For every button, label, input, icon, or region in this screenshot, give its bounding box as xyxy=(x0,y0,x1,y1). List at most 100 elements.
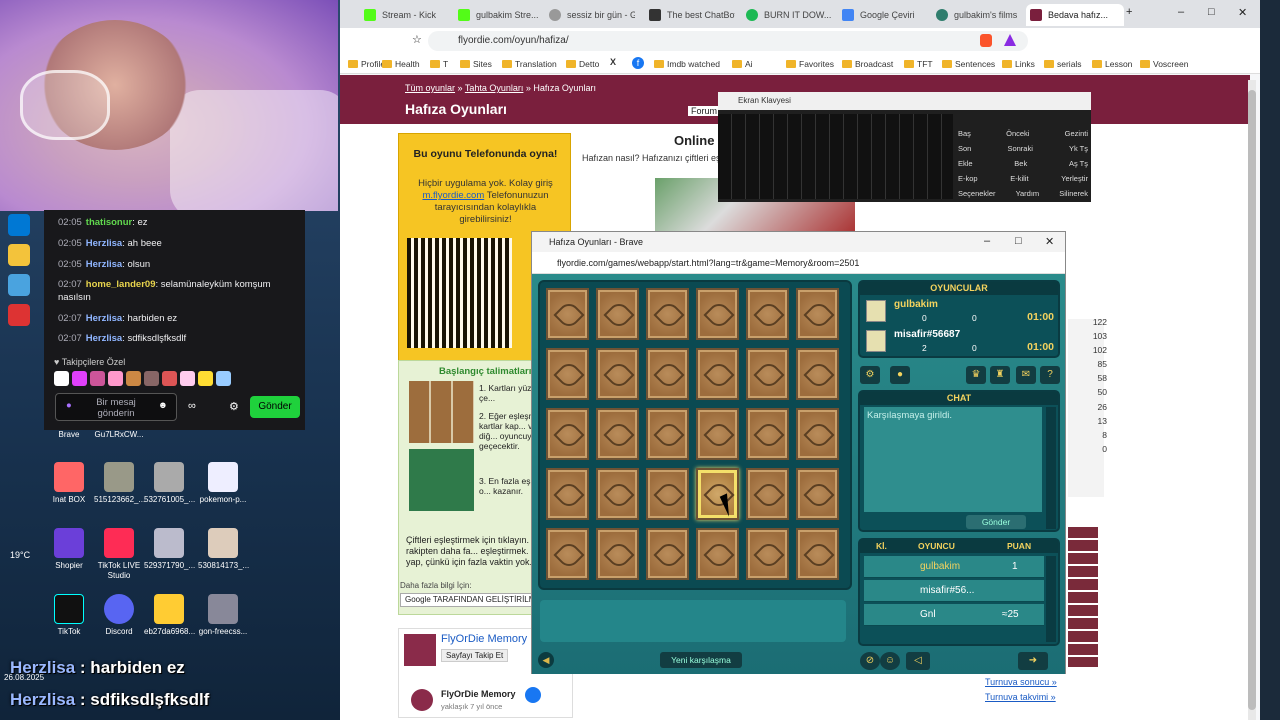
bookmark[interactable]: Profile xyxy=(348,57,385,71)
bookmark[interactable]: Ai xyxy=(732,57,753,71)
desktop-icon-image[interactable]: 530814173_... xyxy=(198,528,249,571)
memory-card[interactable] xyxy=(746,408,789,460)
memory-card[interactable] xyxy=(796,468,839,520)
keyboard-keys[interactable] xyxy=(718,114,953,199)
memory-card[interactable] xyxy=(696,348,739,400)
tab[interactable]: Stream - Kick xyxy=(360,4,450,26)
emote-icon[interactable] xyxy=(198,371,213,386)
bookmark[interactable]: Voscreen xyxy=(1140,57,1188,71)
facebook-icon[interactable] xyxy=(525,687,541,703)
chat-send-button[interactable]: Gönder xyxy=(250,396,300,418)
desktop-icon-image[interactable]: 529371790_... xyxy=(144,528,195,571)
desktop-icon-discord[interactable]: Discord xyxy=(94,594,144,637)
emote-icon[interactable] xyxy=(180,371,195,386)
memory-card[interactable] xyxy=(646,408,689,460)
bookmark[interactable]: Favorites xyxy=(786,57,834,71)
memory-card[interactable] xyxy=(746,288,789,340)
memory-card[interactable] xyxy=(546,288,589,340)
bookmark[interactable]: Broadcast xyxy=(842,57,893,71)
memory-card[interactable] xyxy=(696,288,739,340)
sound-icon[interactable]: ◀ xyxy=(538,652,554,668)
desktop-icon-tiktok-live[interactable]: TikTok LIVE Studio xyxy=(94,528,144,581)
brave-shield-icon[interactable] xyxy=(980,34,992,47)
memory-card[interactable] xyxy=(646,468,689,520)
bookmark[interactable]: Sites xyxy=(460,57,492,71)
game-url-bar[interactable]: flyordie.com/games/webapp/start.html?lan… xyxy=(532,252,1065,274)
x-icon[interactable]: X xyxy=(610,57,616,67)
memory-card[interactable] xyxy=(796,288,839,340)
bookmark[interactable]: Health xyxy=(382,57,420,71)
emoji-icon[interactable]: ☻ xyxy=(158,400,168,411)
game-chat-send-button[interactable]: Gönder xyxy=(966,515,1026,529)
gear-icon[interactable]: ⚙ xyxy=(860,366,880,384)
new-tab-button[interactable]: + xyxy=(1126,6,1132,18)
emote-icon[interactable] xyxy=(126,371,141,386)
emote-icon[interactable] xyxy=(54,371,69,386)
memory-card[interactable] xyxy=(546,468,589,520)
brave-rewards-icon[interactable] xyxy=(1004,34,1016,46)
emote-icon[interactable] xyxy=(216,371,231,386)
help-icon[interactable]: ? xyxy=(1040,366,1060,384)
emote-icon[interactable] xyxy=(72,371,87,386)
facebook-icon[interactable]: f xyxy=(632,57,644,69)
tab[interactable]: sessiz bir gün - G... xyxy=(545,4,635,26)
chat-bubble-icon[interactable]: ✉ xyxy=(1016,366,1036,384)
bookmark[interactable]: TFT xyxy=(904,57,933,71)
crown-icon[interactable]: ♛ xyxy=(966,366,986,384)
desktop-icon-image[interactable]: gon-freecss... xyxy=(198,594,248,637)
outlook-icon[interactable] xyxy=(8,214,30,236)
memory-card[interactable] xyxy=(596,288,639,340)
bookmark[interactable]: Sentences xyxy=(942,57,995,71)
desktop-icon-shopier[interactable]: Shopier xyxy=(44,528,94,571)
minimize-icon[interactable]: – xyxy=(984,235,990,247)
memory-card[interactable] xyxy=(696,528,739,580)
chat-scrollbar[interactable] xyxy=(1046,407,1056,529)
bookmark[interactable]: Detto xyxy=(566,57,599,71)
bookmark[interactable]: T xyxy=(430,57,448,71)
desktop-icon-file[interactable]: pokemon-p... xyxy=(198,462,248,505)
minimize-icon[interactable]: – xyxy=(1178,6,1184,18)
memory-card[interactable] xyxy=(696,408,739,460)
gear-icon[interactable]: ⚙ xyxy=(229,400,239,413)
bookmark[interactable]: Translation xyxy=(502,57,557,71)
desktop-icon-image[interactable]: eb27da6968... xyxy=(144,594,195,637)
emote-icon[interactable] xyxy=(162,371,177,386)
store-icon[interactable] xyxy=(8,274,30,296)
memory-card[interactable] xyxy=(596,468,639,520)
coin-icon[interactable]: ● xyxy=(890,366,910,384)
emote-icon[interactable] xyxy=(90,371,105,386)
close-icon[interactable]: ✕ xyxy=(1238,6,1247,19)
memory-card[interactable] xyxy=(546,408,589,460)
explorer-icon[interactable] xyxy=(8,244,30,266)
bookmark-icon[interactable]: ☆ xyxy=(412,33,422,46)
mobile-link[interactable]: m.flyordie.com xyxy=(422,190,484,201)
desktop-icon-file[interactable]: Gu7LRxCW... xyxy=(94,430,144,440)
memory-card[interactable] xyxy=(746,468,789,520)
memory-card[interactable] xyxy=(746,528,789,580)
emote-icon[interactable] xyxy=(108,371,123,386)
tab[interactable]: The best ChatBot... xyxy=(645,4,735,26)
desktop-icon-image[interactable]: 515123662_... xyxy=(94,462,145,505)
new-match-button[interactable]: Yeni karşılaşma xyxy=(660,652,742,668)
memory-card[interactable] xyxy=(546,528,589,580)
microphone-icon[interactable]: ● xyxy=(66,400,72,411)
fb-follow-button[interactable]: Sayfayı Takip Et xyxy=(441,649,509,662)
tab[interactable]: gulbakim Stre... xyxy=(454,4,539,26)
memory-card[interactable] xyxy=(546,348,589,400)
tab[interactable]: BURN IT DOW... xyxy=(742,4,832,26)
desktop-icon-brave[interactable]: Brave xyxy=(44,430,94,440)
bookmark[interactable]: Imdb watched xyxy=(654,57,720,71)
forum-link[interactable]: Forum xyxy=(688,106,721,116)
desktop-icon-image[interactable]: 532761005_... xyxy=(144,462,195,505)
bookmark[interactable]: Lesson xyxy=(1092,57,1132,71)
desktop-icon-inatbox[interactable]: Inat BOX xyxy=(44,462,94,505)
tab-active[interactable]: Bedava hafız... xyxy=(1026,4,1124,26)
url-input[interactable]: flyordie.com/oyun/hafiza/ xyxy=(428,31,1028,51)
maximize-icon[interactable]: □ xyxy=(1208,6,1215,18)
memory-card[interactable] xyxy=(796,408,839,460)
volume-icon[interactable]: ◁ xyxy=(906,652,930,670)
emote-icon[interactable] xyxy=(144,371,159,386)
close-icon[interactable]: ✕ xyxy=(1045,235,1054,248)
block-icon[interactable]: ⊘ xyxy=(860,652,880,670)
tab[interactable]: gulbakim's films xyxy=(932,4,1022,26)
